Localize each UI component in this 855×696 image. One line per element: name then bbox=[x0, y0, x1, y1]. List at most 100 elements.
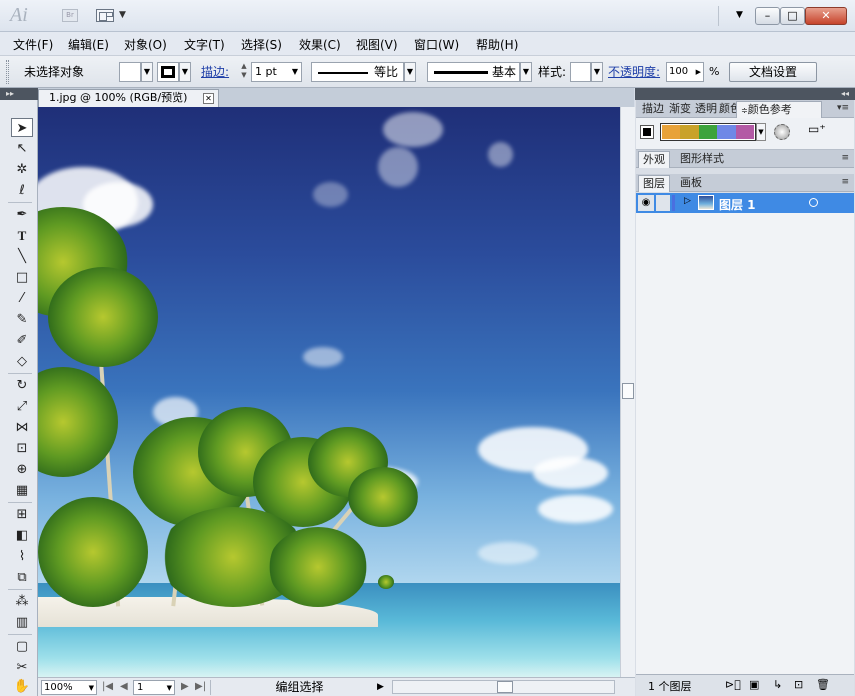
hand-tool-icon[interactable]: ✋ bbox=[11, 677, 33, 696]
create-sublayer-icon[interactable]: ↳ bbox=[773, 678, 782, 691]
shape-builder-tool-icon[interactable]: ⊕ bbox=[11, 460, 33, 479]
panel-menu-icon[interactable]: ≡ bbox=[841, 153, 849, 163]
tab-layers[interactable]: 图层 bbox=[638, 175, 670, 192]
pen-tool-icon[interactable]: ✒ bbox=[11, 205, 33, 224]
gradient-tool-icon[interactable]: ◧ bbox=[11, 526, 33, 545]
column-graph-tool-icon[interactable]: ▥ bbox=[11, 613, 33, 632]
canvas[interactable] bbox=[38, 107, 620, 677]
stroke-weight-input[interactable]: 1 pt ▼ bbox=[251, 62, 302, 82]
rotate-tool-icon[interactable]: ↻ bbox=[11, 376, 33, 395]
live-color-icon[interactable] bbox=[774, 124, 790, 140]
rectangle-tool-icon[interactable]: □ bbox=[11, 268, 33, 287]
layer-row[interactable]: ◉ ▷ 图层 1 bbox=[636, 193, 854, 213]
menu-file[interactable]: 文件(F) bbox=[13, 36, 53, 53]
horizontal-scroll-thumb[interactable] bbox=[497, 681, 513, 693]
style-swatch[interactable] bbox=[570, 62, 591, 82]
last-artboard-icon[interactable]: ▶| bbox=[195, 680, 206, 694]
direct-selection-tool-icon[interactable]: ↖ bbox=[11, 139, 33, 158]
eyedropper-tool-icon[interactable]: ⌇ bbox=[11, 547, 33, 566]
stroke-dropdown-icon[interactable]: ▼ bbox=[179, 62, 191, 82]
lasso-tool-icon[interactable]: ℓ bbox=[11, 181, 33, 200]
harmony-swatch[interactable] bbox=[735, 125, 755, 139]
blend-tool-icon[interactable]: ⧉ bbox=[11, 568, 33, 587]
menu-edit[interactable]: 编辑(E) bbox=[68, 36, 109, 53]
opacity-input[interactable]: 100 ▶ bbox=[666, 62, 704, 82]
menu-object[interactable]: 对象(O) bbox=[124, 36, 167, 53]
close-button[interactable]: ✕ bbox=[805, 7, 847, 25]
fill-swatch[interactable] bbox=[119, 62, 141, 82]
save-color-group-icon[interactable]: ▭⁺ bbox=[808, 122, 826, 136]
brush-definition[interactable]: 基本 bbox=[427, 62, 520, 82]
close-tab-icon[interactable]: ✕ bbox=[203, 93, 214, 104]
stroke-swatch[interactable] bbox=[157, 62, 179, 82]
harmony-swatch[interactable] bbox=[698, 125, 718, 139]
vertical-scrollbar[interactable] bbox=[620, 107, 635, 677]
base-color-swatch[interactable] bbox=[640, 125, 654, 139]
menu-select[interactable]: 选择(S) bbox=[241, 36, 282, 53]
new-layer-icon[interactable]: ⊡ bbox=[794, 678, 803, 691]
vertical-scroll-thumb[interactable] bbox=[622, 383, 634, 399]
symbol-sprayer-tool-icon[interactable]: ⁂ bbox=[11, 592, 33, 611]
menu-help[interactable]: 帮助(H) bbox=[476, 36, 518, 53]
workspace-switcher-chevron-icon[interactable]: ▼ bbox=[736, 10, 743, 20]
harmony-swatch[interactable] bbox=[662, 125, 681, 139]
harmony-colors[interactable] bbox=[660, 123, 756, 141]
bridge-button[interactable]: Br bbox=[62, 9, 78, 22]
magic-wand-tool-icon[interactable]: ✲ bbox=[11, 160, 33, 179]
slice-tool-icon[interactable]: ✂ bbox=[11, 658, 33, 677]
document-tab[interactable]: 1.jpg @ 100% (RGB/预览) ✕ bbox=[38, 89, 219, 107]
stroke-weight-stepper[interactable]: ▲ ▼ bbox=[238, 62, 250, 82]
horizontal-scrollbar[interactable] bbox=[392, 680, 615, 694]
menu-effect[interactable]: 效果(C) bbox=[299, 36, 341, 53]
mesh-tool-icon[interactable]: ⊞ bbox=[11, 505, 33, 524]
delete-layer-icon[interactable]: 🗑 bbox=[816, 678, 830, 691]
next-artboard-icon[interactable]: ▶ bbox=[181, 680, 189, 694]
status-menu-icon[interactable]: ▶ bbox=[377, 680, 384, 694]
tab-color-guide[interactable]: ≑颜色参考 bbox=[736, 101, 822, 118]
eraser-tool-icon[interactable]: ◇ bbox=[11, 352, 33, 371]
harmony-rules-dropdown-icon[interactable]: ▼ bbox=[756, 123, 766, 141]
tab-graphic-styles[interactable]: 图形样式 bbox=[676, 151, 728, 168]
visibility-eye-icon[interactable]: ◉ bbox=[638, 195, 654, 211]
arrange-documents-icon[interactable] bbox=[96, 9, 114, 22]
target-layer-icon[interactable] bbox=[809, 198, 818, 207]
style-dropdown-icon[interactable]: ▼ bbox=[591, 62, 603, 82]
locate-object-icon[interactable]: ⊳⃞ bbox=[725, 678, 741, 691]
tab-appearance[interactable]: 外观 bbox=[638, 151, 670, 168]
lock-toggle[interactable] bbox=[656, 195, 670, 211]
artboard-tool-icon[interactable]: ▢ bbox=[11, 637, 33, 656]
brush-dropdown-icon[interactable]: ▼ bbox=[520, 62, 532, 82]
width-tool-icon[interactable]: ⋈ bbox=[11, 418, 33, 437]
toolbox-collapse-icon[interactable]: ▸▸ bbox=[0, 88, 38, 100]
minimize-button[interactable]: – bbox=[755, 7, 780, 25]
profile-dropdown-icon[interactable]: ▼ bbox=[404, 62, 416, 82]
perspective-grid-tool-icon[interactable]: ▦ bbox=[11, 481, 33, 500]
expand-layer-icon[interactable]: ▷ bbox=[684, 196, 691, 206]
stroke-label[interactable]: 描边: bbox=[201, 62, 229, 82]
harmony-swatch[interactable] bbox=[717, 125, 736, 139]
tab-artboards[interactable]: 画板 bbox=[676, 175, 706, 192]
layer-name[interactable]: 图层 1 bbox=[719, 196, 756, 213]
pencil-tool-icon[interactable]: ✎ bbox=[11, 310, 33, 329]
maximize-button[interactable]: □ bbox=[780, 7, 805, 25]
free-transform-tool-icon[interactable]: ⊡ bbox=[11, 439, 33, 458]
panel-menu-icon[interactable]: ▾≡ bbox=[837, 103, 849, 113]
panel-menu-icon[interactable]: ≡ bbox=[841, 177, 849, 187]
first-artboard-icon[interactable]: |◀ bbox=[102, 680, 113, 694]
tab-stroke[interactable]: 描边 bbox=[638, 101, 668, 118]
menu-view[interactable]: 视图(V) bbox=[356, 36, 398, 53]
artboard-number-select[interactable]: 1 ▼ bbox=[133, 680, 175, 695]
scale-tool-icon[interactable]: ⤢ bbox=[11, 397, 33, 416]
blob-brush-tool-icon[interactable]: ✐ bbox=[11, 331, 33, 350]
menu-window[interactable]: 窗口(W) bbox=[414, 36, 459, 53]
paintbrush-tool-icon[interactable]: ⁄ bbox=[11, 289, 33, 308]
variable-width-profile[interactable]: 等比 bbox=[311, 62, 404, 82]
menu-type[interactable]: 文字(T) bbox=[184, 36, 225, 53]
zoom-select[interactable]: 100% ▼ bbox=[41, 680, 97, 695]
control-bar-grip[interactable] bbox=[6, 60, 9, 84]
document-setup-button[interactable]: 文档设置 bbox=[729, 62, 817, 82]
harmony-swatch[interactable] bbox=[680, 125, 699, 139]
line-segment-tool-icon[interactable]: ╲ bbox=[11, 247, 33, 266]
fill-dropdown-icon[interactable]: ▼ bbox=[141, 62, 153, 82]
chevron-down-icon[interactable]: ▼ bbox=[119, 10, 126, 20]
